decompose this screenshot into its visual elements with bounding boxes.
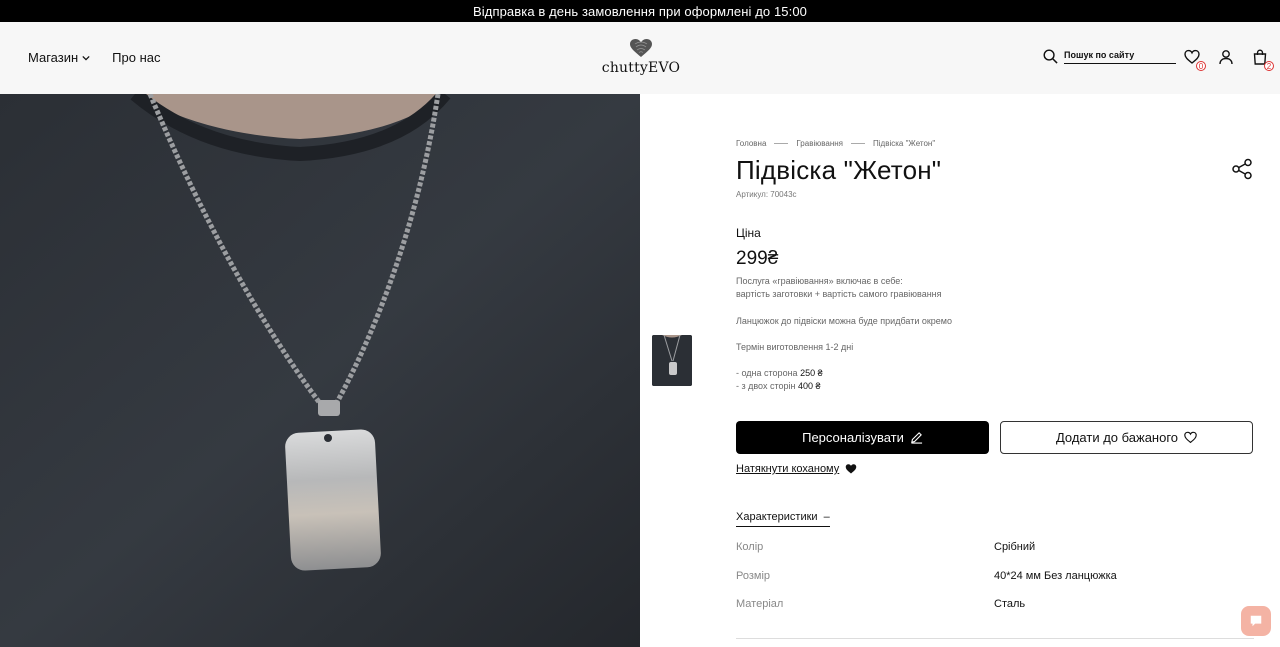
option-one-side-price: 250 ₴: [800, 368, 823, 378]
product-photo: [0, 94, 640, 647]
announcement-text: Відправка в день замовлення при оформлен…: [473, 3, 807, 19]
cart-count-badge: 2: [1264, 61, 1274, 71]
breadcrumb-home[interactable]: Головна: [736, 139, 766, 148]
option-two-sides-label: - з двох сторін: [736, 381, 796, 391]
search-input[interactable]: Пошук по сайту: [1064, 50, 1176, 64]
wishlist-count-badge: 0: [1196, 61, 1206, 71]
option-one-side: - одна сторона 250 ₴: [736, 367, 823, 380]
heart-filled-icon: [846, 464, 857, 474]
share-icon[interactable]: [1231, 158, 1253, 180]
option-two-sides-price: 400 ₴: [797, 381, 821, 391]
product-main-image[interactable]: [0, 94, 640, 647]
site-logo[interactable]: chuttyEVO: [602, 38, 680, 82]
nav-shop-label: Магазин: [28, 50, 79, 65]
spec-row-size: Розмір 40*24 мм Без ланцюжка: [736, 570, 1256, 582]
header-actions: 0 2: [1184, 49, 1274, 71]
hint-link[interactable]: Натякнути коханому: [736, 463, 857, 475]
breadcrumb-current: Підвіска "Жетон": [873, 139, 936, 148]
account-button[interactable]: [1218, 49, 1236, 67]
spec-key: Розмір: [736, 570, 771, 582]
engraving-desc-line1: Послуга «гравіювання» включає в себе:: [736, 276, 903, 286]
chat-button[interactable]: [1241, 606, 1271, 636]
product-sku: Артикул: 70043с: [736, 190, 797, 199]
heart-fingerprint-icon: [630, 39, 652, 57]
site-header: Магазин Про нас chuttyEVO Пошук по сайту…: [0, 22, 1280, 94]
thumbnail-photo: [652, 335, 692, 386]
cart-button[interactable]: 2: [1252, 49, 1274, 71]
price-label: Ціна: [736, 226, 761, 240]
breadcrumb-separator: [774, 143, 789, 144]
search-icon[interactable]: [1043, 49, 1058, 64]
user-icon: [1219, 50, 1233, 65]
engraving-options: - одна сторона 250 ₴ - з двох сторін 400…: [736, 367, 823, 393]
spec-key: Матеріал: [736, 598, 784, 610]
option-two-sides: - з двох сторін 400 ₴: [736, 380, 823, 393]
breadcrumb-separator: [851, 143, 865, 144]
engraving-desc-line2: вартість заготовки + вартість самого гра…: [736, 289, 942, 299]
option-one-side-label: - одна сторона: [736, 368, 798, 378]
spec-row-material: Матеріал Сталь: [736, 598, 1256, 610]
lead-time: Термін виготовлення 1-2 дні: [736, 342, 854, 352]
nav-about-label: Про нас: [112, 50, 161, 65]
spec-row-color: Колір Срібний: [736, 541, 1256, 553]
add-to-wishlist-label: Додати до бажаного: [1055, 430, 1179, 445]
wishlist-button[interactable]: 0: [1184, 49, 1206, 71]
specs-heading: Характеристики: [736, 511, 818, 523]
hint-link-label: Натякнути коханому: [736, 463, 840, 475]
pencil-icon: [911, 432, 922, 444]
spec-value: Сталь: [994, 598, 1026, 610]
spec-value: Срібний: [994, 541, 1036, 553]
heart-icon: [1184, 431, 1197, 444]
specs-toggle[interactable]: Характеристики –: [736, 511, 830, 527]
collapse-icon: –: [820, 511, 830, 523]
main-nav: Магазин Про нас: [28, 50, 160, 65]
chevron-down-icon: [82, 55, 90, 60]
product-title: Підвіска "Жетон": [736, 155, 942, 185]
logo-text: chuttyEVO: [601, 60, 681, 76]
announcement-bar: Відправка в день замовлення при оформлен…: [0, 0, 1280, 22]
product-price: 299₴: [736, 248, 779, 269]
divider: [736, 638, 1254, 639]
engraving-description: Послуга «гравіювання» включає в себе: ва…: [736, 275, 942, 301]
personalize-button[interactable]: Персоналізувати: [736, 421, 989, 454]
product-thumbnail[interactable]: [652, 335, 692, 386]
spec-value: 40*24 мм Без ланцюжка: [994, 570, 1117, 582]
nav-about[interactable]: Про нас: [112, 50, 160, 65]
spec-key: Колір: [736, 541, 764, 553]
search[interactable]: Пошук по сайту: [1043, 49, 1176, 64]
personalize-button-label: Персоналізувати: [802, 430, 904, 445]
nav-shop[interactable]: Магазин: [28, 50, 90, 65]
chain-note: Ланцюжок до підвіски можна буде придбати…: [736, 316, 952, 326]
chat-icon: [1250, 615, 1262, 627]
breadcrumb-engraving[interactable]: Гравіювання: [796, 139, 843, 148]
add-to-wishlist-button[interactable]: Додати до бажаного: [1000, 421, 1253, 454]
breadcrumb: Головна Гравіювання Підвіска "Жетон": [736, 139, 935, 148]
